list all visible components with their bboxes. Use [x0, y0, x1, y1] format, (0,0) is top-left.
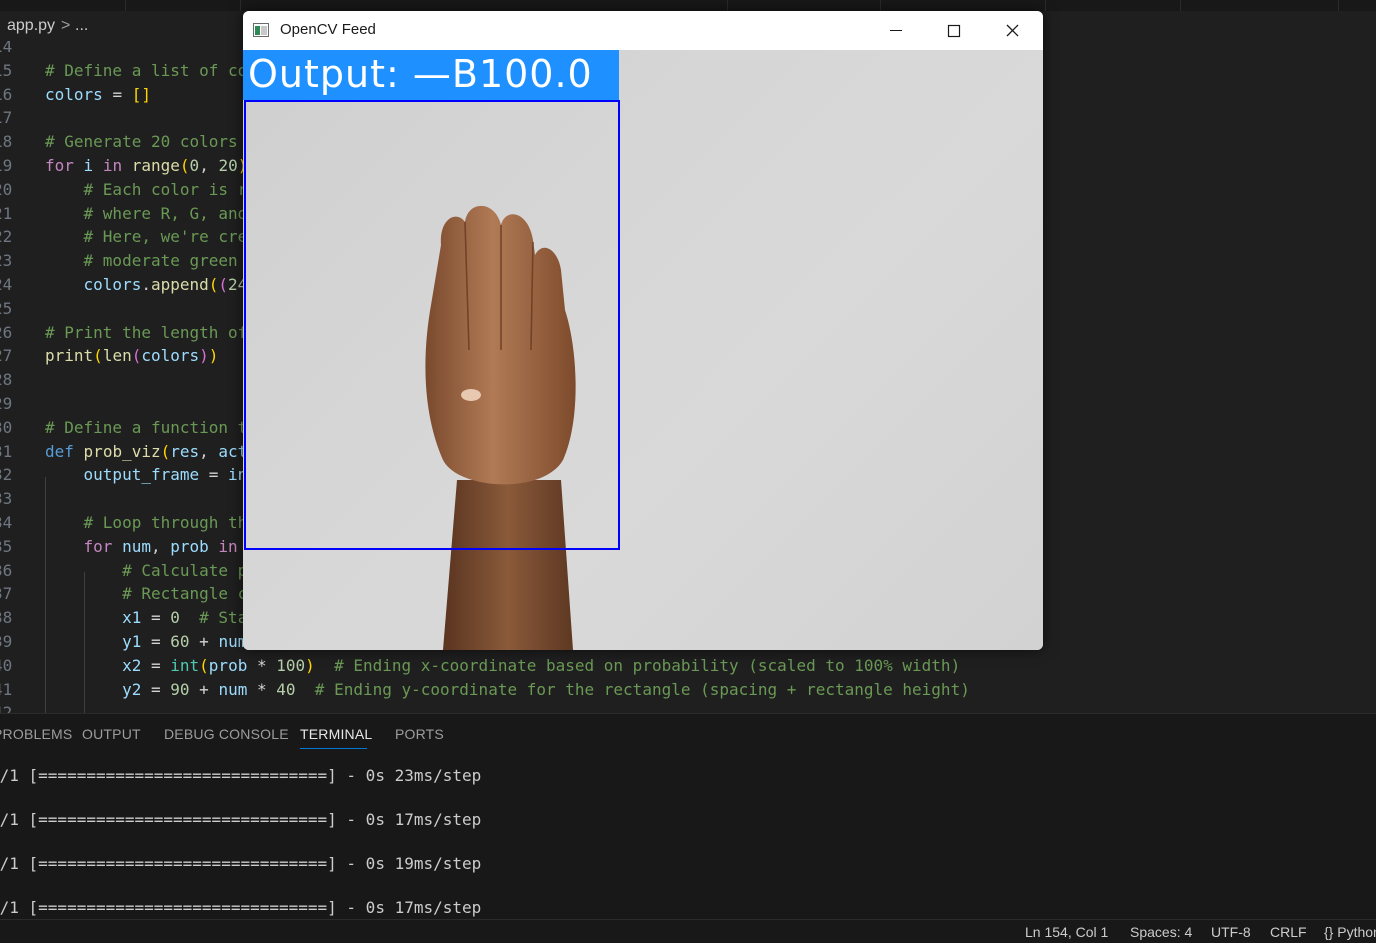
encoding-setting[interactable]: UTF-8	[1211, 924, 1251, 940]
window-title: OpenCV Feed	[280, 21, 376, 38]
output-banner: Output: —B100.0	[243, 50, 619, 100]
tab-output[interactable]: OUTPUT	[82, 726, 141, 742]
code-text: y2 = 90 + num * 40 # Ending y-coordinate…	[122, 679, 970, 699]
line-number: 37	[0, 584, 13, 604]
line-number: 35	[0, 536, 13, 556]
line-number: 28	[0, 370, 13, 390]
window-titlebar[interactable]: OpenCV Feed	[243, 11, 1043, 50]
line-number: 32	[0, 465, 13, 485]
minimize-icon	[890, 30, 902, 31]
line-number: 27	[0, 346, 13, 366]
terminal-line: 1/1 [==============================] - 0…	[0, 810, 482, 829]
language-mode[interactable]: {} Python	[1324, 924, 1376, 940]
line-number: 34	[0, 513, 13, 532]
line-number: 15	[0, 60, 13, 80]
line-number: 23	[0, 251, 13, 271]
code-text: for i in range(0, 20):	[45, 156, 257, 175]
maximize-button[interactable]	[926, 11, 982, 50]
cursor-position[interactable]: Ln 154, Col 1	[1025, 924, 1108, 940]
code-text: # moderate green	[83, 251, 238, 271]
line-number: 42	[0, 703, 13, 713]
line-number: 24	[0, 275, 13, 294]
terminal-line: 1/1 [==============================] - 0…	[0, 854, 482, 873]
code-text: colors.append((245	[83, 275, 257, 294]
tab-divider	[240, 0, 241, 11]
line-number: 29	[0, 394, 13, 413]
line-number: 16	[0, 84, 13, 104]
tab-ports[interactable]: PORTS	[395, 726, 444, 742]
chevron-right-icon: >	[61, 17, 71, 34]
tab-divider	[880, 0, 881, 11]
tab-divider	[1180, 0, 1181, 11]
line-number: 38	[0, 608, 13, 628]
detection-bounding-box	[244, 100, 620, 550]
minimize-button[interactable]	[868, 11, 924, 50]
line-number: 39	[0, 632, 13, 651]
breadcrumb-file[interactable]: app.py	[7, 11, 55, 41]
active-tab-indicator	[300, 748, 367, 749]
line-number: 19	[0, 156, 13, 175]
terminal-line: 1/1 [==============================] - 0…	[0, 898, 482, 917]
eol-setting[interactable]: CRLF	[1270, 924, 1307, 940]
line-number: 22	[0, 227, 13, 247]
line-number: 14	[0, 41, 13, 56]
line-number: 36	[0, 560, 13, 580]
close-icon	[1006, 24, 1019, 37]
line-number: 33	[0, 489, 13, 509]
close-button[interactable]	[984, 11, 1040, 50]
code-text: print(len(colors))	[45, 346, 219, 366]
tab-divider	[1338, 0, 1339, 11]
indentation-setting[interactable]: Spaces: 4	[1130, 924, 1192, 940]
line-number: 25	[0, 298, 13, 318]
code-text: y1 = 60 + num	[122, 632, 248, 651]
tab-terminal[interactable]: TERMINAL	[300, 726, 372, 742]
tab-problems[interactable]: PROBLEMS	[0, 726, 72, 742]
code-text: colors = []	[45, 84, 151, 104]
tab-divider	[727, 0, 728, 11]
tab-divider	[125, 0, 126, 11]
status-bar: Ln 154, Col 1 Spaces: 4 UTF-8 CRLF {} Py…	[0, 919, 1376, 943]
opencv-window[interactable]: OpenCV Feed Output: —B100.0	[243, 11, 1043, 650]
code-text: # Generate 20 colors	[45, 132, 238, 152]
line-number: 31	[0, 441, 13, 461]
line-number: 18	[0, 132, 13, 152]
tab-debug-console[interactable]: DEBUG CONSOLE	[164, 726, 289, 742]
bottom-panel: PROBLEMS OUTPUT DEBUG CONSOLE TERMINAL P…	[0, 713, 1376, 920]
tab-divider	[1045, 0, 1046, 11]
output-label: Output: —B100.0	[248, 52, 593, 96]
line-number: 26	[0, 322, 13, 342]
line-number: 40	[0, 655, 13, 675]
maximize-icon	[947, 24, 961, 38]
editor-tab-strip	[0, 0, 1376, 11]
breadcrumb-more[interactable]: ...	[75, 11, 88, 41]
camera-feed: Output: —B100.0	[243, 50, 1043, 650]
terminal-line: 1/1 [==============================] - 0…	[0, 766, 482, 785]
line-number: 30	[0, 417, 13, 437]
line-number: 17	[0, 108, 13, 128]
app-window-icon	[253, 23, 269, 37]
code-text: x2 = int(prob * 100) # Ending x-coordina…	[122, 655, 961, 675]
line-number: 21	[0, 203, 13, 223]
line-number: 41	[0, 679, 13, 699]
line-number: 20	[0, 179, 13, 199]
